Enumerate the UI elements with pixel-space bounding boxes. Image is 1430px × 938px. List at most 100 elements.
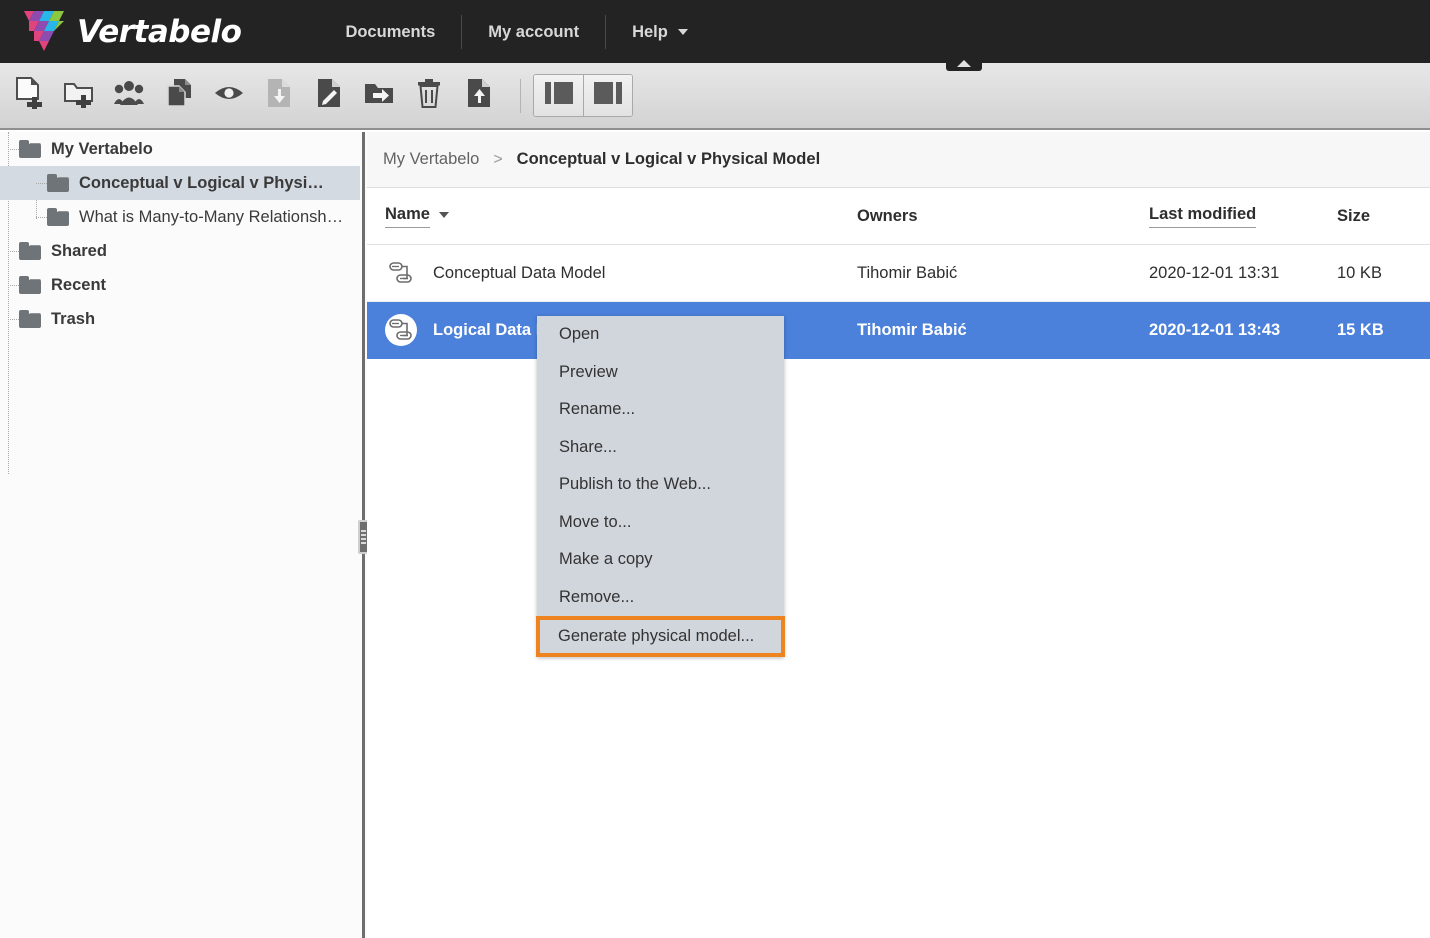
eye-icon: [214, 84, 244, 107]
nav-item-my-account[interactable]: My account: [462, 14, 605, 50]
toolbar: [0, 63, 1430, 130]
nav-item-help[interactable]: Help: [606, 14, 714, 50]
panel-right-icon: [592, 80, 624, 111]
sidebar-splitter[interactable]: [358, 132, 369, 938]
document-upload-icon: [467, 78, 491, 113]
context-menu-item-open[interactable]: Open: [537, 316, 784, 354]
document-plus-icon: [15, 77, 43, 114]
copy-documents-icon: [166, 78, 193, 113]
new-document-button[interactable]: [4, 72, 54, 120]
view-toggle-group: [533, 74, 633, 117]
copy-button[interactable]: [154, 72, 204, 120]
context-menu-item-share[interactable]: Share...: [537, 429, 784, 467]
preview-button[interactable]: [204, 72, 254, 120]
column-header-owners-label: Owners: [857, 206, 918, 225]
move-to-folder-button[interactable]: [354, 72, 404, 120]
sidebar-item-label: Recent: [51, 275, 107, 294]
column-header-owners[interactable]: Owners: [857, 207, 1149, 226]
sidebar-item-recent[interactable]: Recent: [0, 268, 360, 302]
folder-icon: [19, 276, 41, 294]
nav-item-documents[interactable]: Documents: [319, 14, 461, 50]
table-row[interactable]: Logical Data Model Tihomir Babić 2020-12…: [367, 302, 1430, 359]
tree-line: [36, 217, 47, 218]
tree-line: [8, 319, 19, 320]
folder-icon: [19, 140, 41, 158]
folder-plus-icon: [64, 78, 94, 113]
panel-left-icon: [543, 80, 575, 111]
nav-item-documents-label: Documents: [345, 22, 436, 41]
nav-item-help-label: Help: [632, 22, 668, 41]
sidebar-item-label: What is Many-to-Many Relationshi…: [79, 207, 344, 226]
column-header-size-label: Size: [1337, 206, 1371, 225]
sidebar-item-trash[interactable]: Trash: [0, 302, 360, 336]
file-name: Conceptual Data Model: [433, 263, 606, 282]
breadcrumb: My Vertabelo > Conceptual v Logical v Ph…: [367, 132, 1430, 188]
delete-button[interactable]: [404, 72, 454, 120]
folder-arrow-icon: [364, 81, 394, 111]
nav-item-my-account-label: My account: [488, 22, 580, 41]
breadcrumb-separator: >: [493, 150, 503, 168]
breadcrumb-root[interactable]: My Vertabelo: [383, 150, 479, 169]
table-row[interactable]: Conceptual Data Model Tihomir Babić 2020…: [367, 245, 1430, 302]
view-list-left-button[interactable]: [534, 75, 583, 116]
people-icon: [114, 80, 144, 111]
document-download-icon: [267, 78, 291, 113]
file-name-cell: Conceptual Data Model: [367, 257, 857, 289]
tree-line: [8, 285, 19, 286]
context-menu-item-preview[interactable]: Preview: [537, 354, 784, 392]
sidebar-item-label: Trash: [51, 309, 96, 328]
context-menu-item-remove[interactable]: Remove...: [537, 579, 784, 617]
context-menu-item-make-a-copy[interactable]: Make a copy: [537, 541, 784, 579]
breadcrumb-current: Conceptual v Logical v Physical Model: [516, 150, 821, 168]
folder-icon: [19, 310, 41, 328]
context-menu-item-publish-to-the-web[interactable]: Publish to the Web...: [537, 466, 784, 504]
context-menu-item-move-to[interactable]: Move to...: [537, 504, 784, 542]
brand-name: Vertabelo: [77, 13, 242, 50]
file-size: 10 KB: [1337, 263, 1382, 282]
sidebar-item-what-is-many-to-many-relationship[interactable]: What is Many-to-Many Relationshi…: [0, 200, 360, 234]
tree-line: [36, 183, 47, 184]
column-header-name-label: Name: [385, 205, 430, 228]
file-owner: Tihomir Babić: [857, 320, 967, 339]
sidebar-item-conceptual-v-logical-v-physical[interactable]: Conceptual v Logical v Physi…: [0, 166, 360, 200]
share-button[interactable]: [104, 72, 154, 120]
context-menu-item-generate-physical-model[interactable]: Generate physical model...: [536, 616, 785, 657]
file-table-header: Name Owners Last modified Size: [367, 188, 1430, 245]
document-pencil-icon: [317, 78, 341, 113]
folder-icon: [47, 174, 69, 192]
toolbar-divider: [520, 78, 521, 113]
file-size: 15 KB: [1337, 320, 1384, 339]
column-header-size[interactable]: Size: [1337, 207, 1427, 226]
data-model-icon: [385, 257, 417, 289]
vertabelo-triangle-logo-icon: [22, 8, 68, 56]
main-nav: Documents My account Help: [319, 14, 713, 50]
sidebar-item-label: Conceptual v Logical v Physi…: [79, 173, 324, 192]
file-owner: Tihomir Babić: [857, 263, 958, 282]
main-content: My Vertabelo > Conceptual v Logical v Ph…: [367, 132, 1430, 938]
sidebar-item-my-vertabelo[interactable]: My Vertabelo: [0, 132, 360, 166]
context-menu-item-rename[interactable]: Rename...: [537, 391, 784, 429]
file-last-modified: 2020-12-01 13:43: [1149, 320, 1281, 339]
column-header-name[interactable]: Name: [367, 205, 857, 228]
file-last-modified: 2020-12-01 13:31: [1149, 263, 1280, 282]
sidebar-item-label: My Vertabelo: [51, 139, 153, 158]
data-model-icon: [385, 314, 417, 346]
folder-tree-sidebar: My Vertabelo Conceptual v Logical v Phys…: [0, 132, 360, 938]
brand-logo[interactable]: Vertabelo: [22, 8, 242, 56]
sort-desc-arrow-icon: [438, 212, 449, 218]
collapse-toolbar-button[interactable]: [946, 56, 982, 71]
upload-button[interactable]: [454, 72, 504, 120]
column-header-last-modified-label: Last modified: [1149, 205, 1257, 228]
tree-line: [8, 251, 19, 252]
context-menu: Open Preview Rename... Share... Publish …: [536, 316, 785, 657]
new-folder-button[interactable]: [54, 72, 104, 120]
top-navigation-bar: Vertabelo Documents My account Help: [0, 0, 1430, 63]
triangle-up-icon: [957, 60, 971, 67]
rename-button[interactable]: [304, 72, 354, 120]
view-list-right-button[interactable]: [583, 75, 632, 116]
folder-icon: [19, 242, 41, 260]
tree-line: [8, 149, 19, 150]
trash-icon: [417, 78, 441, 113]
sidebar-item-shared[interactable]: Shared: [0, 234, 360, 268]
column-header-last-modified[interactable]: Last modified: [1149, 205, 1337, 228]
